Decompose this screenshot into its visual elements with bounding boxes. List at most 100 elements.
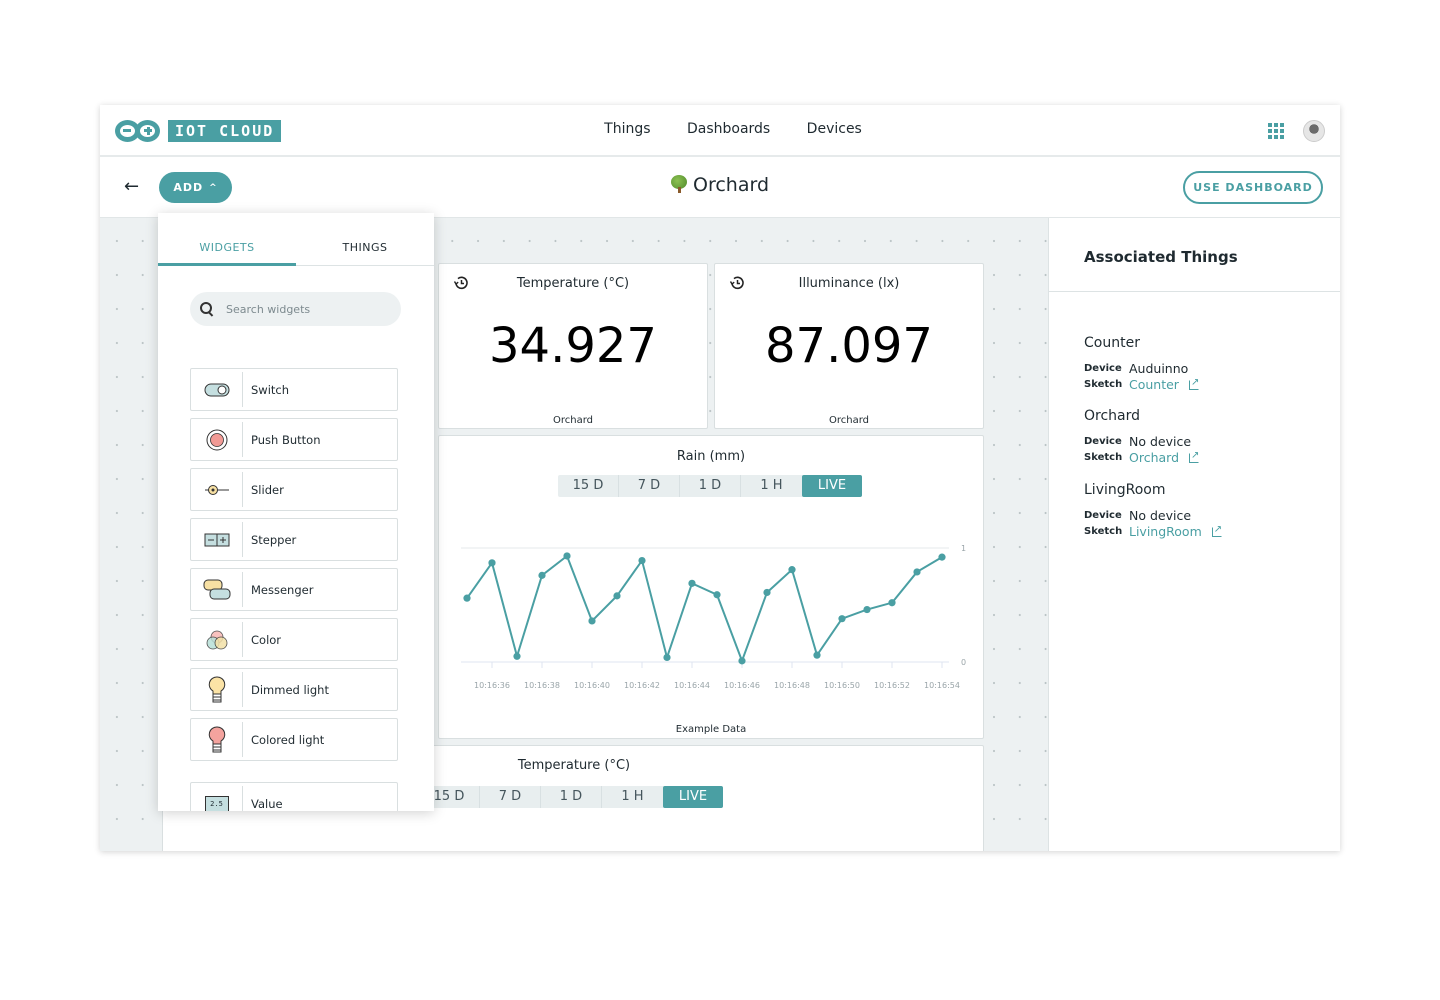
value-widget-illuminance[interactable]: Illuminance (lx) 87.097 Orchard bbox=[714, 263, 984, 429]
widget-item-switch[interactable]: Switch bbox=[190, 368, 398, 411]
widget-value: 87.097 bbox=[765, 318, 933, 374]
chart-widget-rain[interactable]: Rain (mm) 15 D 7 D 1 D 1 H LIVE 0 1 10:16:… bbox=[438, 435, 984, 739]
slider-icon bbox=[191, 472, 243, 507]
tab-widgets[interactable]: WIDGETS bbox=[158, 241, 296, 254]
data-point bbox=[463, 594, 471, 602]
widget-item-stepper[interactable]: Stepper bbox=[190, 518, 398, 561]
data-point bbox=[638, 556, 646, 565]
data-point bbox=[538, 571, 546, 579]
data-point bbox=[913, 568, 921, 576]
data-point bbox=[663, 653, 671, 662]
widget-item-push-button[interactable]: Push Button bbox=[190, 418, 398, 461]
top-navbar: IOT CLOUD Things Dashboards Devices bbox=[100, 105, 1340, 157]
series-line bbox=[466, 554, 943, 664]
x-tick-label: 10:16:50 bbox=[824, 681, 860, 690]
nav-things[interactable]: Things bbox=[604, 121, 650, 137]
data-point bbox=[838, 615, 846, 623]
widget-item-colored-light[interactable]: Colored light bbox=[190, 718, 398, 761]
device-value: No device bbox=[1129, 434, 1192, 449]
widget-item-dimmed-light[interactable]: Dimmed light bbox=[190, 668, 398, 711]
widget-item-label: Dimmed light bbox=[251, 682, 329, 697]
data-point bbox=[788, 566, 796, 574]
y-tick-label: 0 bbox=[961, 658, 966, 667]
x-tick-label: 10:16:38 bbox=[524, 681, 560, 690]
grid-icon[interactable] bbox=[1268, 123, 1284, 139]
user-avatar[interactable] bbox=[1303, 120, 1325, 142]
thing-entry-orchard: Orchard Device No device Sketch Orchard bbox=[1084, 408, 1324, 466]
search-icon bbox=[200, 302, 214, 316]
tab-things[interactable]: THINGS bbox=[296, 241, 434, 254]
data-point bbox=[863, 605, 871, 614]
page-title-text: Orchard bbox=[692, 174, 770, 196]
device-key: Device bbox=[1084, 436, 1122, 447]
range-7d[interactable]: 7 D bbox=[480, 786, 541, 808]
search-placeholder: Search widgets bbox=[226, 302, 311, 316]
x-tick-label: 10:16:40 bbox=[574, 681, 610, 690]
device-key: Device bbox=[1084, 510, 1122, 521]
data-point bbox=[938, 553, 946, 561]
range-live[interactable]: LIVE bbox=[663, 786, 723, 808]
external-link-icon[interactable] bbox=[1188, 375, 1199, 391]
value-icon: 2.5 bbox=[191, 786, 243, 811]
thing-entry-livingroom: LivingRoom Device No device Sketch LivingR… bbox=[1084, 482, 1324, 540]
data-point bbox=[763, 588, 771, 597]
widget-item-label: Switch bbox=[251, 382, 290, 397]
data-point bbox=[588, 617, 596, 625]
color-icon bbox=[191, 622, 243, 657]
x-tick-label: 10:16:44 bbox=[674, 681, 710, 690]
time-range-selector: 15 D 7 D 1 D 1 H LIVE bbox=[419, 786, 723, 808]
widget-thing-name: Orchard bbox=[828, 415, 869, 426]
dimmed-light-icon bbox=[191, 672, 243, 707]
data-point bbox=[688, 579, 696, 587]
x-tick-label: 10:16:36 bbox=[474, 681, 510, 690]
thing-name: Orchard bbox=[1084, 408, 1141, 424]
widget-item-messenger[interactable]: Messenger bbox=[190, 568, 398, 611]
range-1d[interactable]: 1 D bbox=[541, 786, 602, 808]
widget-thing-name: Orchard bbox=[552, 415, 593, 426]
rain-line-chart: 0 1 10:16:36 10:16:38 10:16:40 10:16:42 10:16:… bbox=[461, 544, 966, 690]
widget-item-value[interactable]: 2.5 Value bbox=[190, 782, 398, 811]
device-value: Auduinno bbox=[1129, 361, 1189, 376]
stepper-icon bbox=[191, 522, 243, 557]
nav-dashboards[interactable]: Dashboards bbox=[687, 121, 770, 137]
device-key: Device bbox=[1084, 363, 1122, 374]
widget-item-label: Color bbox=[251, 632, 282, 647]
sketch-link[interactable]: Orchard bbox=[1129, 450, 1179, 466]
x-tick-label: 10:16:52 bbox=[874, 681, 910, 690]
value-widget-temperature[interactable]: Temperature (°C) 34.927 Orchard bbox=[438, 263, 708, 429]
messenger-icon bbox=[191, 572, 243, 607]
data-point bbox=[488, 559, 496, 567]
x-tick-label: 10:16:48 bbox=[774, 681, 810, 690]
active-tab-indicator bbox=[158, 263, 296, 266]
sketch-key: Sketch bbox=[1084, 452, 1123, 463]
nav-devices[interactable]: Devices bbox=[807, 121, 862, 137]
thing-name: Counter bbox=[1084, 335, 1140, 351]
widget-value: 34.927 bbox=[489, 318, 657, 374]
data-point bbox=[888, 599, 896, 607]
widget-title: Illuminance (lx) bbox=[798, 276, 900, 291]
data-point bbox=[513, 652, 521, 660]
data-point bbox=[563, 552, 571, 560]
sketch-key: Sketch bbox=[1084, 379, 1123, 390]
app-window: IOT CLOUD Things Dashboards Devices ← AD… bbox=[100, 105, 1340, 851]
use-dashboard-button[interactable]: USE DASHBOARD bbox=[1183, 171, 1323, 204]
x-tick-label: 10:16:54 bbox=[924, 681, 960, 690]
widget-item-label: Messenger bbox=[251, 582, 314, 597]
external-link-icon[interactable] bbox=[1189, 448, 1199, 464]
external-link-icon[interactable] bbox=[1211, 522, 1222, 538]
widget-item-label: Colored light bbox=[251, 732, 325, 747]
page-title: Orchard bbox=[100, 174, 1340, 196]
data-point bbox=[613, 592, 621, 600]
data-point bbox=[813, 651, 821, 659]
widget-item-color[interactable]: Color bbox=[190, 618, 398, 661]
sketch-link[interactable]: Counter bbox=[1129, 377, 1179, 393]
widget-title: Temperature (°C) bbox=[516, 276, 630, 291]
panel-tabs: WIDGETS THINGS bbox=[158, 213, 434, 266]
range-1h[interactable]: 1 H bbox=[602, 786, 663, 808]
main-nav: Things Dashboards Devices bbox=[100, 121, 1340, 137]
sketch-link[interactable]: LivingRoom bbox=[1129, 524, 1202, 540]
widget-item-slider[interactable]: Slider bbox=[190, 468, 398, 511]
widget-item-label: Push Button bbox=[251, 432, 321, 447]
search-widgets-input[interactable]: Search widgets bbox=[190, 292, 401, 326]
push-button-icon bbox=[191, 422, 243, 457]
